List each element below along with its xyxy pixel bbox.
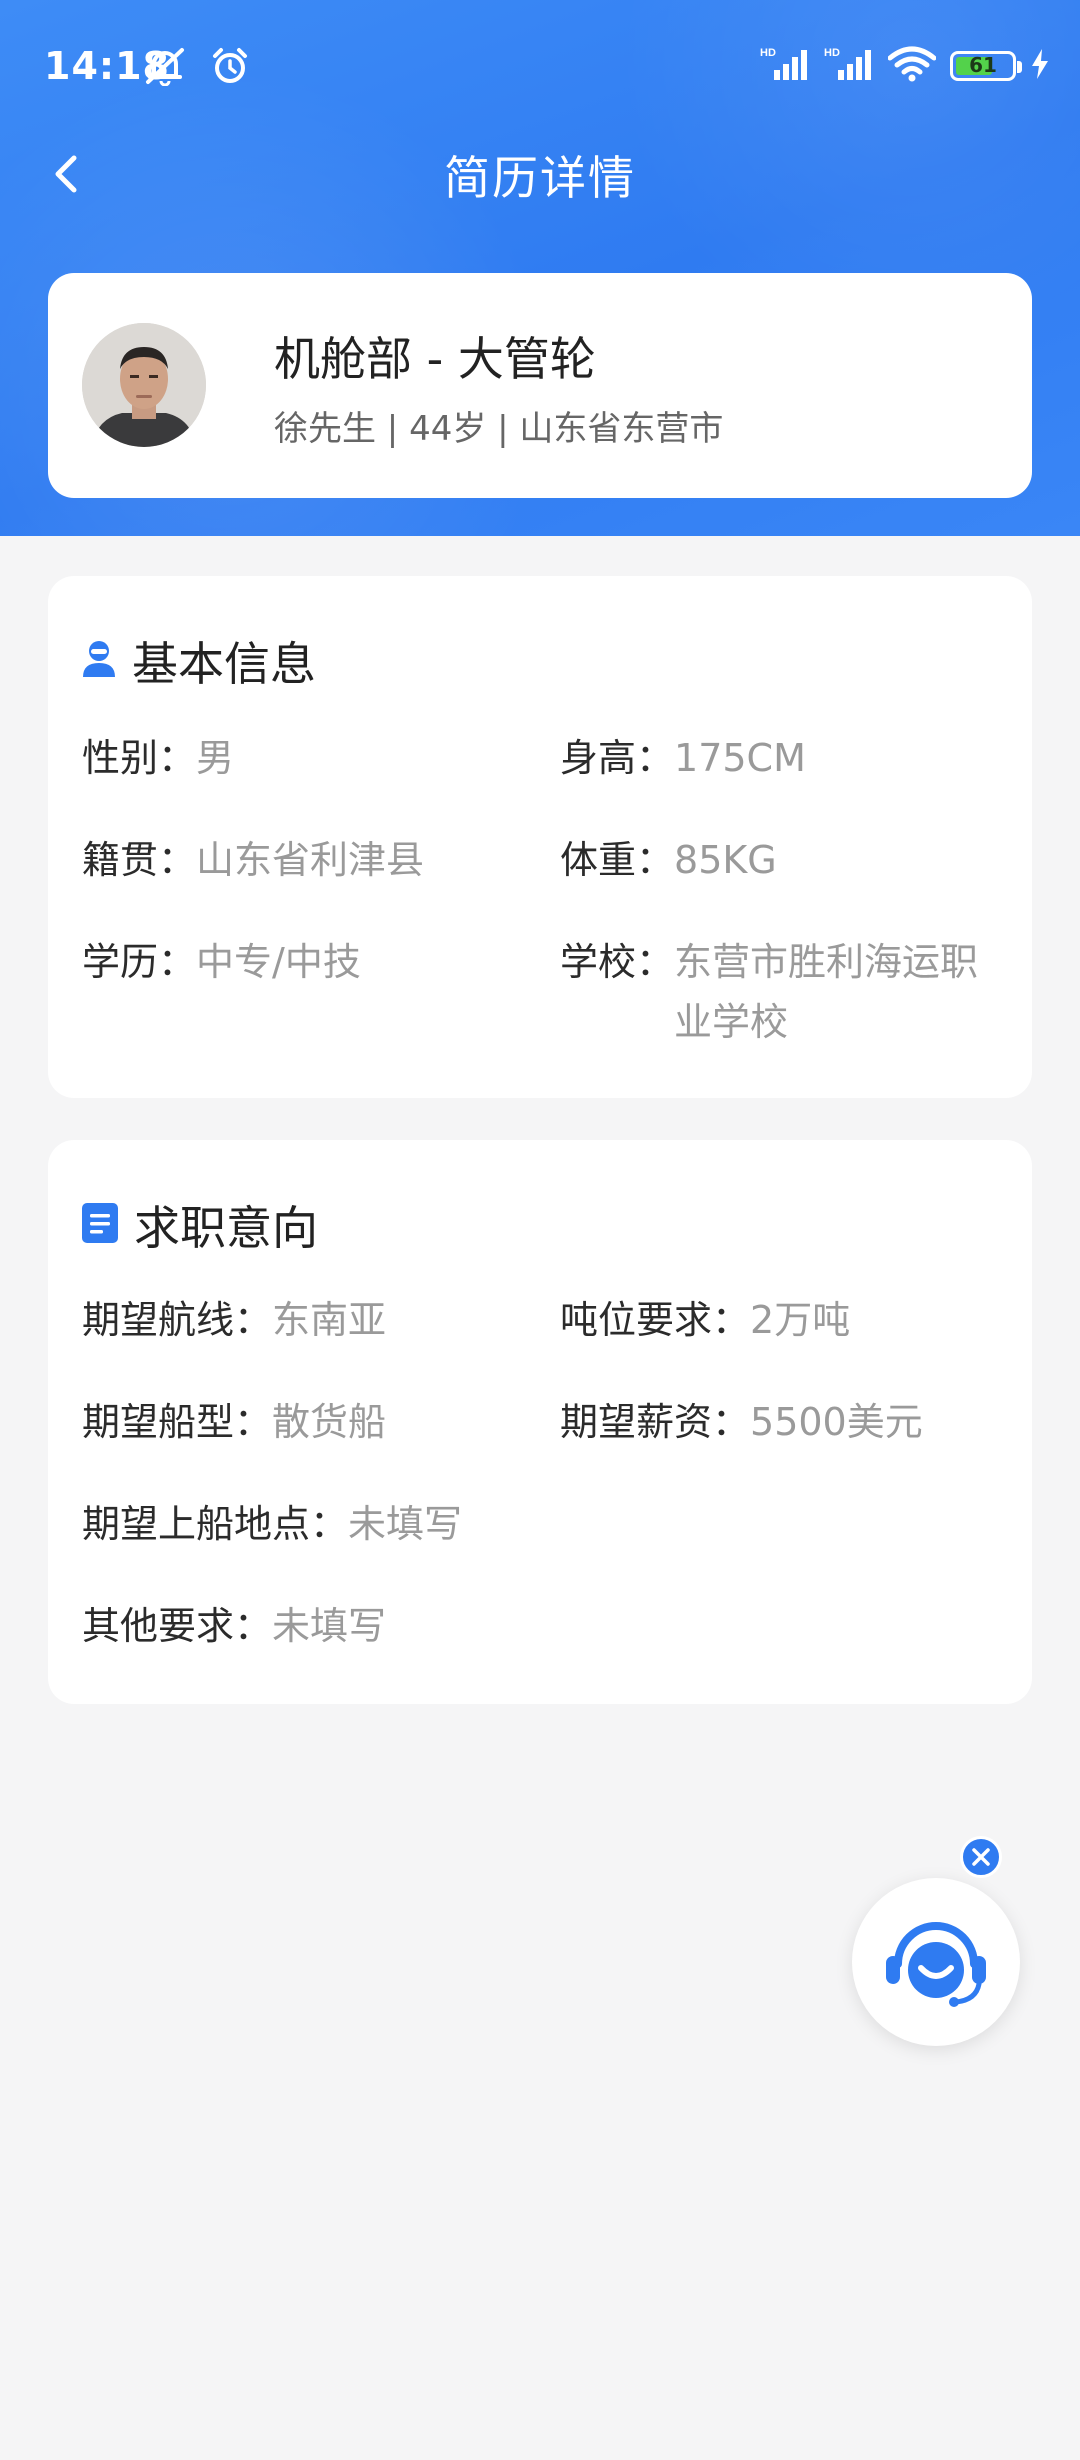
field-value: 未填写 bbox=[348, 1502, 463, 1546]
profile-card: 机舱部 - 大管轮 徐先生 | 44岁 | 山东省东营市 bbox=[48, 273, 1032, 498]
field-education: 学历： 中专/中技 bbox=[82, 932, 361, 992]
field-value: 中专/中技 bbox=[196, 940, 361, 984]
avatar[interactable] bbox=[82, 323, 206, 447]
field-label: 其他要求： bbox=[82, 1604, 273, 1648]
field-ship-type: 期望船型： 散货船 bbox=[82, 1392, 386, 1452]
battery-level: 61 bbox=[969, 53, 997, 77]
job-intent-card: 求职意向 期望航线： 东南亚 吨位要求： 2万吨 期望船型： 散货船 期望薪资：… bbox=[48, 1140, 1032, 1704]
field-label: 期望航线： bbox=[82, 1298, 273, 1342]
job-intent-title: 求职意向 bbox=[134, 1201, 318, 1255]
field-salary: 期望薪资： 5500美元 bbox=[560, 1392, 923, 1452]
document-icon bbox=[82, 1203, 118, 1247]
field-label: 体重： bbox=[560, 838, 675, 882]
field-value: 东南亚 bbox=[272, 1298, 387, 1342]
field-value: 85KG bbox=[674, 838, 777, 882]
field-boarding-location: 期望上船地点： 未填写 bbox=[82, 1494, 462, 1554]
person-icon bbox=[82, 639, 116, 683]
field-label: 籍贯： bbox=[82, 838, 197, 882]
status-bar: 14:18 HD HD 61 bbox=[0, 0, 1080, 136]
mute-bell-icon bbox=[142, 46, 188, 90]
alarm-icon bbox=[210, 46, 250, 90]
field-value: 175CM bbox=[674, 736, 806, 780]
hd-signal-icon: HD bbox=[824, 46, 874, 86]
basic-info-card: 基本信息 性别： 男 身高： 175CM 籍贯： 山东省利津县 体重： 85KG… bbox=[48, 576, 1032, 1098]
close-icon bbox=[972, 1848, 990, 1866]
field-other-requirements: 其他要求： 未填写 bbox=[82, 1596, 386, 1656]
battery-icon: 61 bbox=[950, 51, 1022, 81]
svg-text:HD: HD bbox=[824, 47, 840, 59]
customer-service-button[interactable] bbox=[852, 1878, 1020, 2046]
profile-subtitle: 徐先生 | 44岁 | 山东省东营市 bbox=[274, 409, 724, 449]
basic-info-title: 基本信息 bbox=[132, 637, 316, 691]
field-label: 学校： bbox=[560, 940, 675, 984]
page-title: 简历详情 bbox=[444, 151, 636, 205]
field-value: 山东省利津县 bbox=[196, 838, 425, 882]
field-value: 5500美元 bbox=[750, 1400, 923, 1444]
field-label: 吨位要求： bbox=[560, 1298, 751, 1342]
field-value: 东营市胜利海运职业学校 bbox=[674, 940, 979, 1044]
wifi-icon bbox=[887, 46, 937, 86]
field-height: 身高： 175CM bbox=[560, 728, 806, 788]
field-school: 学校： 东营市胜利海运职业学校 bbox=[560, 932, 1030, 1052]
profile-name: 机舱部 - 大管轮 bbox=[274, 332, 596, 386]
field-value: 未填写 bbox=[272, 1604, 387, 1648]
field-label: 学历： bbox=[82, 940, 197, 984]
field-value: 男 bbox=[196, 736, 235, 780]
field-gender: 性别： 男 bbox=[82, 728, 234, 788]
hd-signal-icon: HD bbox=[760, 46, 810, 86]
field-label: 期望上船地点： bbox=[82, 1502, 349, 1546]
field-label: 性别： bbox=[82, 736, 197, 780]
field-route: 期望航线： 东南亚 bbox=[82, 1290, 386, 1350]
field-hometown: 籍贯： 山东省利津县 bbox=[82, 830, 424, 890]
svg-text:HD: HD bbox=[760, 47, 776, 59]
field-tonnage: 吨位要求： 2万吨 bbox=[560, 1290, 850, 1350]
charging-icon bbox=[1030, 49, 1050, 83]
field-label: 期望薪资： bbox=[560, 1400, 751, 1444]
headset-icon bbox=[886, 1922, 986, 2007]
field-value: 2万吨 bbox=[750, 1298, 851, 1342]
close-service-button[interactable] bbox=[960, 1836, 1002, 1878]
field-label: 期望船型： bbox=[82, 1400, 273, 1444]
field-value: 散货船 bbox=[272, 1400, 387, 1444]
field-label: 身高： bbox=[560, 736, 675, 780]
field-weight: 体重： 85KG bbox=[560, 830, 777, 890]
